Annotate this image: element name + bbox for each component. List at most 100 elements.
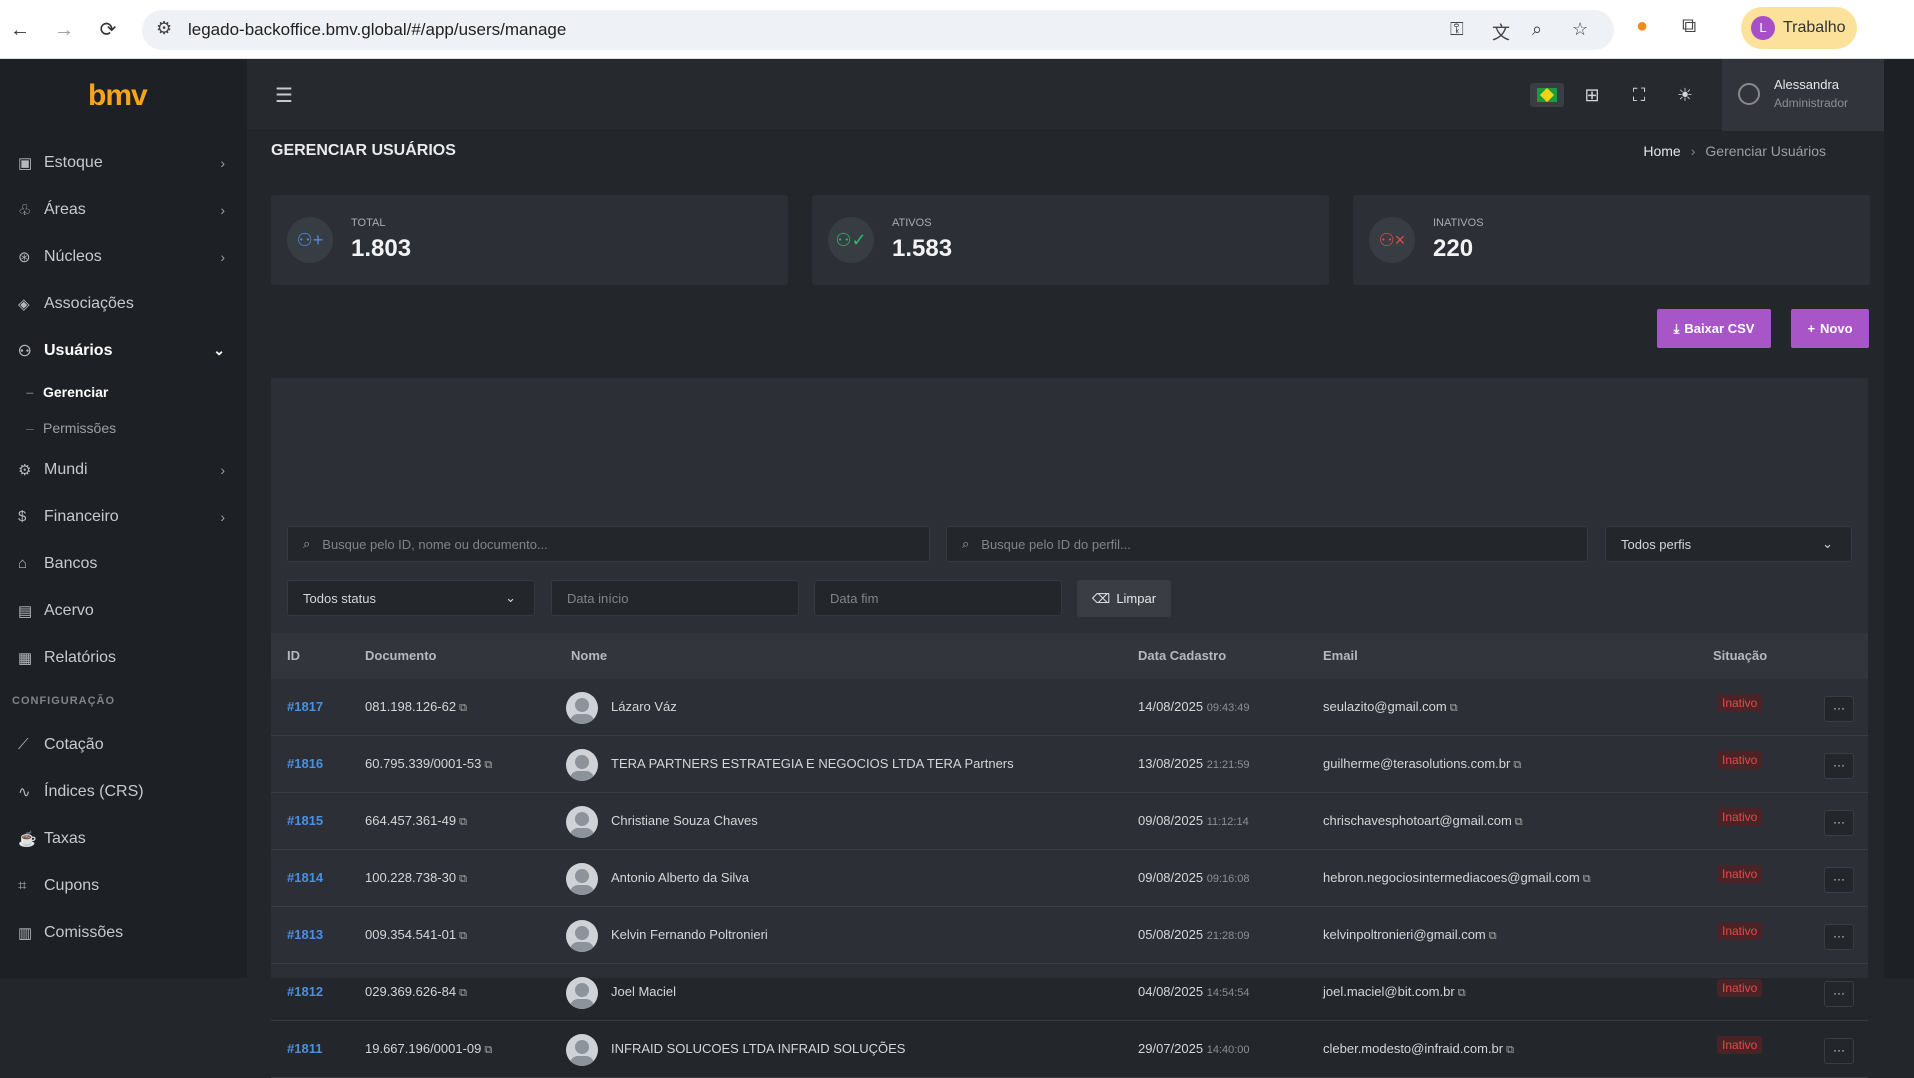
- sidebar-item-acervo[interactable]: ▤ Acervo: [0, 587, 247, 634]
- status-select[interactable]: Todos status ⌄: [287, 580, 535, 616]
- copy-icon[interactable]: ⧉: [1450, 702, 1458, 714]
- user-id-link[interactable]: #1816: [287, 756, 323, 771]
- copy-icon[interactable]: ⧉: [1583, 873, 1591, 885]
- table-row[interactable]: #1814 100.228.738-30 ⧉ Antonio Alberto da…: [271, 850, 1868, 907]
- date-cell: 05/08/2025 21:28:09: [1138, 927, 1250, 942]
- sidebar-item-nucleos[interactable]: ⊛ Núcleos ›: [0, 233, 247, 280]
- user-id-link[interactable]: #1813: [287, 927, 323, 942]
- fullscreen-icon[interactable]: ⛶: [1623, 81, 1655, 109]
- sidebar-subitem-gerenciar[interactable]: – Gerenciar: [0, 374, 247, 410]
- row-actions-button[interactable]: ···: [1824, 981, 1854, 1007]
- reload-icon[interactable]: ⟳: [94, 16, 122, 44]
- col-nome[interactable]: Nome: [571, 648, 607, 663]
- copy-icon[interactable]: ⧉: [459, 930, 467, 942]
- sidebar-subitem-permissoes[interactable]: – Permissões: [0, 410, 247, 446]
- col-id[interactable]: ID: [287, 648, 300, 663]
- user-id-link[interactable]: #1814: [287, 870, 323, 885]
- url-text[interactable]: legado-backoffice.bmv.global/#/app/users…: [188, 20, 566, 40]
- row-actions-button[interactable]: ···: [1824, 696, 1854, 722]
- user-menu[interactable]: Alessandra Administrador: [1722, 59, 1884, 131]
- dollar-icon: $: [18, 508, 27, 525]
- user-x-icon: ⚇×: [1369, 217, 1415, 263]
- copy-icon[interactable]: ⧉: [484, 759, 492, 771]
- copy-icon[interactable]: ⧉: [1458, 987, 1466, 999]
- new-user-button[interactable]: + Novo: [1791, 309, 1869, 348]
- copy-icon[interactable]: ⧉: [1506, 1044, 1514, 1056]
- row-actions-button[interactable]: ···: [1824, 753, 1854, 779]
- copy-icon[interactable]: ⧉: [1489, 930, 1497, 942]
- address-bar[interactable]: ⚙ legado-backoffice.bmv.global/#/app/use…: [142, 10, 1614, 50]
- puzzle-icon[interactable]: ⧉: [1682, 15, 1696, 38]
- table-row[interactable]: #1811 19.667.196/0001-09 ⧉ INFRAID SOLUCO…: [271, 1021, 1868, 1078]
- cup-icon: ☕: [18, 830, 37, 848]
- profile-select[interactable]: Todos perfis ⌄: [1605, 526, 1852, 562]
- sidebar-item-mundi[interactable]: ⚙ Mundi ›: [0, 446, 247, 493]
- copy-icon[interactable]: ⧉: [1515, 816, 1523, 828]
- breadcrumb-home[interactable]: Home: [1643, 143, 1680, 159]
- forward-icon[interactable]: →: [50, 16, 78, 44]
- sidebar-item-taxas[interactable]: ☕ Taxas: [0, 815, 247, 862]
- sidebar-item-estoque[interactable]: ▣ Estoque ›: [0, 139, 247, 186]
- copy-icon[interactable]: ⧉: [459, 873, 467, 885]
- sidebar-item-financeiro[interactable]: $ Financeiro ›: [0, 493, 247, 540]
- user-name: Alessandra: [1774, 77, 1840, 92]
- logo[interactable]: bmv: [88, 79, 148, 113]
- search-input[interactable]: ⌕ Busque pelo ID, nome ou documento...: [287, 526, 930, 562]
- users-table-card: ⌕ Busque pelo ID, nome ou documento... ⌕ B…: [271, 378, 1868, 1078]
- sidebar-item-comissoes[interactable]: ▥ Comissões: [0, 909, 247, 956]
- scrollbar[interactable]: [1884, 59, 1914, 978]
- copy-icon[interactable]: ⧉: [1513, 759, 1521, 771]
- table-row[interactable]: #1817 081.198.126-62 ⧉ Lázaro Váz 14/08/2…: [271, 679, 1868, 736]
- table-row[interactable]: #1812 029.369.626-84 ⧉ Joel Maciel 04/08/…: [271, 964, 1868, 1021]
- back-icon[interactable]: ←: [6, 16, 34, 44]
- sidebar-item-indices[interactable]: ∿ Índices (CRS): [0, 768, 247, 815]
- row-actions-button[interactable]: ···: [1824, 924, 1854, 950]
- col-documento[interactable]: Documento: [365, 648, 437, 663]
- col-situacao[interactable]: Situação: [1713, 648, 1767, 663]
- sidebar-item-bancos[interactable]: ⌂ Bancos: [0, 540, 247, 587]
- user-id-link[interactable]: #1812: [287, 984, 323, 999]
- theme-sun-icon[interactable]: ☀: [1669, 81, 1701, 109]
- table-row[interactable]: #1813 009.354.541-01 ⧉ Kelvin Fernando Po…: [271, 907, 1868, 964]
- row-actions-button[interactable]: ···: [1824, 867, 1854, 893]
- table-row[interactable]: #1815 664.457.361-49 ⧉ Christiane Souza C…: [271, 793, 1868, 850]
- menu-toggle-icon[interactable]: ☰: [275, 83, 293, 108]
- language-flag-icon[interactable]: [1530, 83, 1564, 107]
- sidebar-item-relatorios[interactable]: ▦ Relatórios: [0, 634, 247, 681]
- translate-icon[interactable]: 文: [1492, 19, 1510, 45]
- profile-chip[interactable]: L Trabalho: [1741, 7, 1857, 49]
- download-csv-button[interactable]: ⤓ Baixar CSV: [1657, 309, 1771, 348]
- user-id-link[interactable]: #1811: [287, 1041, 322, 1056]
- sidebar-item-associacoes[interactable]: ◈ Associações: [0, 280, 247, 327]
- tag-icon: ⌗: [18, 877, 27, 894]
- user-id-link[interactable]: #1817: [287, 699, 323, 714]
- sidebar-item-cupons[interactable]: ⌗ Cupons: [0, 862, 247, 909]
- extension-icon[interactable]: ●: [1636, 15, 1648, 38]
- copy-icon[interactable]: ⧉: [459, 702, 467, 714]
- start-date-input[interactable]: Data início: [551, 580, 799, 616]
- copy-icon[interactable]: ⧉: [459, 816, 467, 828]
- site-settings-icon[interactable]: ⚙: [156, 18, 172, 39]
- row-actions-button[interactable]: ···: [1824, 810, 1854, 836]
- row-actions-button[interactable]: ···: [1824, 1038, 1854, 1064]
- copy-icon[interactable]: ⧉: [459, 987, 467, 999]
- profile-search-input[interactable]: ⌕ Busque pelo ID do perfil...: [946, 526, 1588, 562]
- name-cell: Antonio Alberto da Silva: [611, 870, 750, 885]
- email-cell: joel.maciel@bit.com.br ⧉: [1323, 984, 1466, 999]
- layout-icon[interactable]: ⊞: [1576, 81, 1608, 109]
- email-cell: cleber.modesto@infraid.com.br ⧉: [1323, 1041, 1514, 1056]
- sidebar-item-usuarios[interactable]: ⚇ Usuários ⌄: [0, 327, 247, 374]
- table-row[interactable]: #1816 60.795.339/0001-53 ⧉ TERA PARTNERS …: [271, 736, 1868, 793]
- sidebar-item-cotacao[interactable]: ⟋ Cotação: [0, 721, 247, 768]
- copy-icon[interactable]: ⧉: [484, 1044, 492, 1056]
- col-email[interactable]: Email: [1323, 648, 1358, 663]
- gear-icon: ⚙: [18, 461, 32, 479]
- clear-filters-button[interactable]: ⌫ Limpar: [1077, 580, 1171, 617]
- zoom-icon[interactable]: ⌕: [1532, 19, 1542, 40]
- col-data-cadastro[interactable]: Data Cadastro: [1138, 648, 1226, 663]
- key-icon[interactable]: ⚿: [1450, 19, 1464, 40]
- star-icon[interactable]: ☆: [1572, 19, 1588, 40]
- sidebar-item-areas[interactable]: ♧ Áreas ›: [0, 186, 247, 233]
- end-date-input[interactable]: Data fim: [814, 580, 1062, 616]
- user-id-link[interactable]: #1815: [287, 813, 323, 828]
